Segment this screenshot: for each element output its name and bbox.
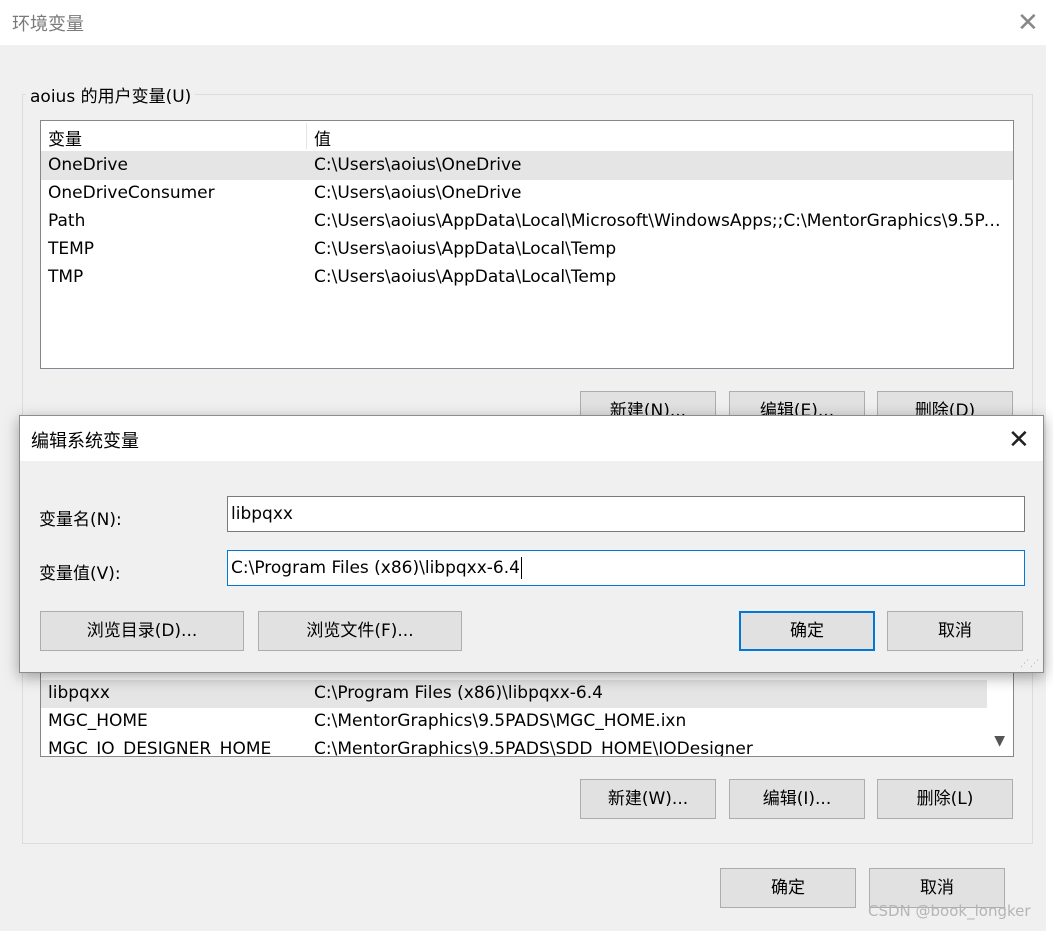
column-divider[interactable]	[306, 123, 307, 149]
dialog-ok-button[interactable]: 确定	[739, 611, 875, 651]
variable-value-value: C:\Program Files (x86)\libpqxx-6.4	[231, 558, 520, 578]
var-name: MGC_IO_DESIGNER_HOME	[48, 739, 272, 757]
var-value: C:\Users\aoius\AppData\Local\Temp	[314, 239, 617, 259]
list-item[interactable]: MGC_IO_DESIGNER_HOME C:\MentorGraphics\9…	[41, 736, 1013, 757]
resize-grip-icon[interactable]: ⋰⋰	[1020, 659, 1040, 669]
window-title: 环境变量	[12, 14, 84, 35]
dialog-titlebar: 编辑系统变量 ✕	[20, 416, 1043, 461]
var-value: C:\Users\aoius\AppData\Local\Temp	[314, 267, 617, 287]
var-value: C:\Users\aoius\OneDrive	[314, 183, 522, 203]
edit-variable-dialog: 编辑系统变量 ✕ 变量名(N): libpqxx 变量值(V): C:\Prog…	[19, 415, 1044, 673]
window-titlebar	[0, 0, 1053, 45]
var-value: C:\Users\aoius\OneDrive	[314, 155, 522, 175]
var-name: TEMP	[48, 239, 95, 259]
list-item[interactable]: OneDrive C:\Users\aoius\OneDrive	[41, 152, 1013, 180]
variable-value-input[interactable]: C:\Program Files (x86)\libpqxx-6.4	[227, 550, 1025, 586]
var-value: C:\Users\aoius\AppData\Local\Microsoft\W…	[314, 211, 1009, 231]
window-edge	[1046, 0, 1053, 931]
list-item[interactable]: OneDriveConsumer C:\Users\aoius\OneDrive	[41, 180, 1013, 208]
browse-file-button[interactable]: 浏览文件(F)...	[258, 611, 462, 651]
list-item[interactable]: libpqxx C:\Program Files (x86)\libpqxx-6…	[41, 680, 987, 708]
column-header-name[interactable]: 变量	[48, 125, 82, 150]
dialog-close-icon[interactable]: ✕	[1008, 425, 1030, 455]
var-name: OneDriveConsumer	[48, 183, 215, 203]
list-item[interactable]: TMP C:\Users\aoius\AppData\Local\Temp	[41, 264, 1013, 292]
scroll-down-icon[interactable]: ▼	[994, 733, 1005, 749]
user-vars-list[interactable]: 变量 值 OneDrive C:\Users\aoius\OneDrive On…	[40, 120, 1014, 369]
var-value: C:\MentorGraphics\9.5PADS\MGC_HOME.ixn	[314, 711, 687, 731]
variable-name-label: 变量名(N):	[39, 510, 122, 530]
system-new-button[interactable]: 新建(W)...	[580, 779, 716, 819]
window-close-icon[interactable]: ✕	[1017, 10, 1039, 36]
var-value: C:\Program Files (x86)\libpqxx-6.4	[314, 683, 603, 703]
var-name: MGC_HOME	[48, 711, 148, 731]
system-edit-button[interactable]: 编辑(I)...	[729, 779, 865, 819]
var-name: Path	[48, 211, 86, 231]
var-name: TMP	[48, 267, 84, 287]
user-vars-group-title: aoius 的用户变量(U)	[26, 82, 196, 107]
list-header: 变量 值	[41, 121, 1013, 152]
browse-directory-button[interactable]: 浏览目录(D)...	[40, 611, 244, 651]
variable-name-value: libpqxx	[231, 504, 293, 524]
system-delete-button[interactable]: 删除(L)	[877, 779, 1013, 819]
system-vars-list[interactable]: libpqxx C:\Program Files (x86)\libpqxx-6…	[40, 660, 1014, 757]
variable-name-input[interactable]: libpqxx	[227, 496, 1025, 532]
var-name: OneDrive	[48, 155, 128, 175]
column-header-value[interactable]: 值	[314, 125, 331, 150]
watermark-text: CSDN @book_longker	[868, 902, 1031, 920]
var-value: C:\MentorGraphics\9.5PADS\SDD_HOME\IODes…	[314, 739, 753, 757]
ok-button[interactable]: 确定	[720, 868, 856, 908]
dialog-title: 编辑系统变量	[31, 431, 139, 452]
list-item[interactable]: MGC_HOME C:\MentorGraphics\9.5PADS\MGC_H…	[41, 708, 1013, 736]
list-item[interactable]: Path C:\Users\aoius\AppData\Local\Micros…	[41, 208, 1013, 236]
text-caret	[520, 557, 522, 579]
list-item[interactable]: TEMP C:\Users\aoius\AppData\Local\Temp	[41, 236, 1013, 264]
var-name: libpqxx	[48, 683, 110, 703]
dialog-cancel-button[interactable]: 取消	[887, 611, 1023, 651]
variable-value-label: 变量值(V):	[39, 564, 121, 584]
vertical-scrollbar[interactable]: ▼	[987, 661, 1013, 756]
